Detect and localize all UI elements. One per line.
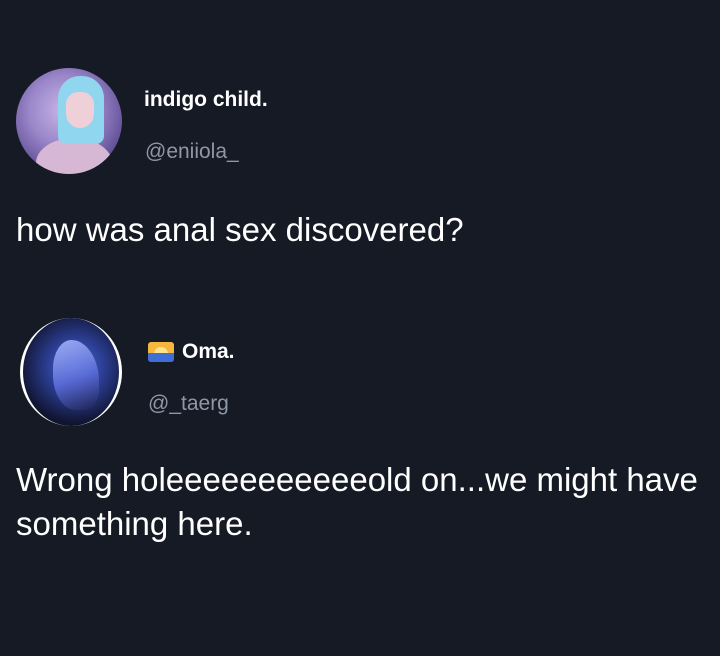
tweet-text: Wrong holeeeeeeeeeeeold on...we might ha… <box>16 461 698 542</box>
display-name[interactable]: indigo child. <box>144 88 268 112</box>
sunrise-over-water-icon <box>148 342 174 362</box>
avatar-art-figure <box>53 340 99 410</box>
avatar-art-face <box>66 92 94 128</box>
tweet-text: how was anal sex discovered? <box>16 211 464 248</box>
display-name[interactable]: Oma. <box>148 340 235 364</box>
display-name-label: indigo child. <box>144 88 268 111</box>
avatar[interactable] <box>20 318 122 426</box>
username-handle[interactable]: @eniiola_ <box>145 140 239 164</box>
avatar[interactable] <box>16 68 122 174</box>
display-name-label: Oma. <box>182 340 235 363</box>
username-handle[interactable]: @_taerg <box>148 392 229 416</box>
